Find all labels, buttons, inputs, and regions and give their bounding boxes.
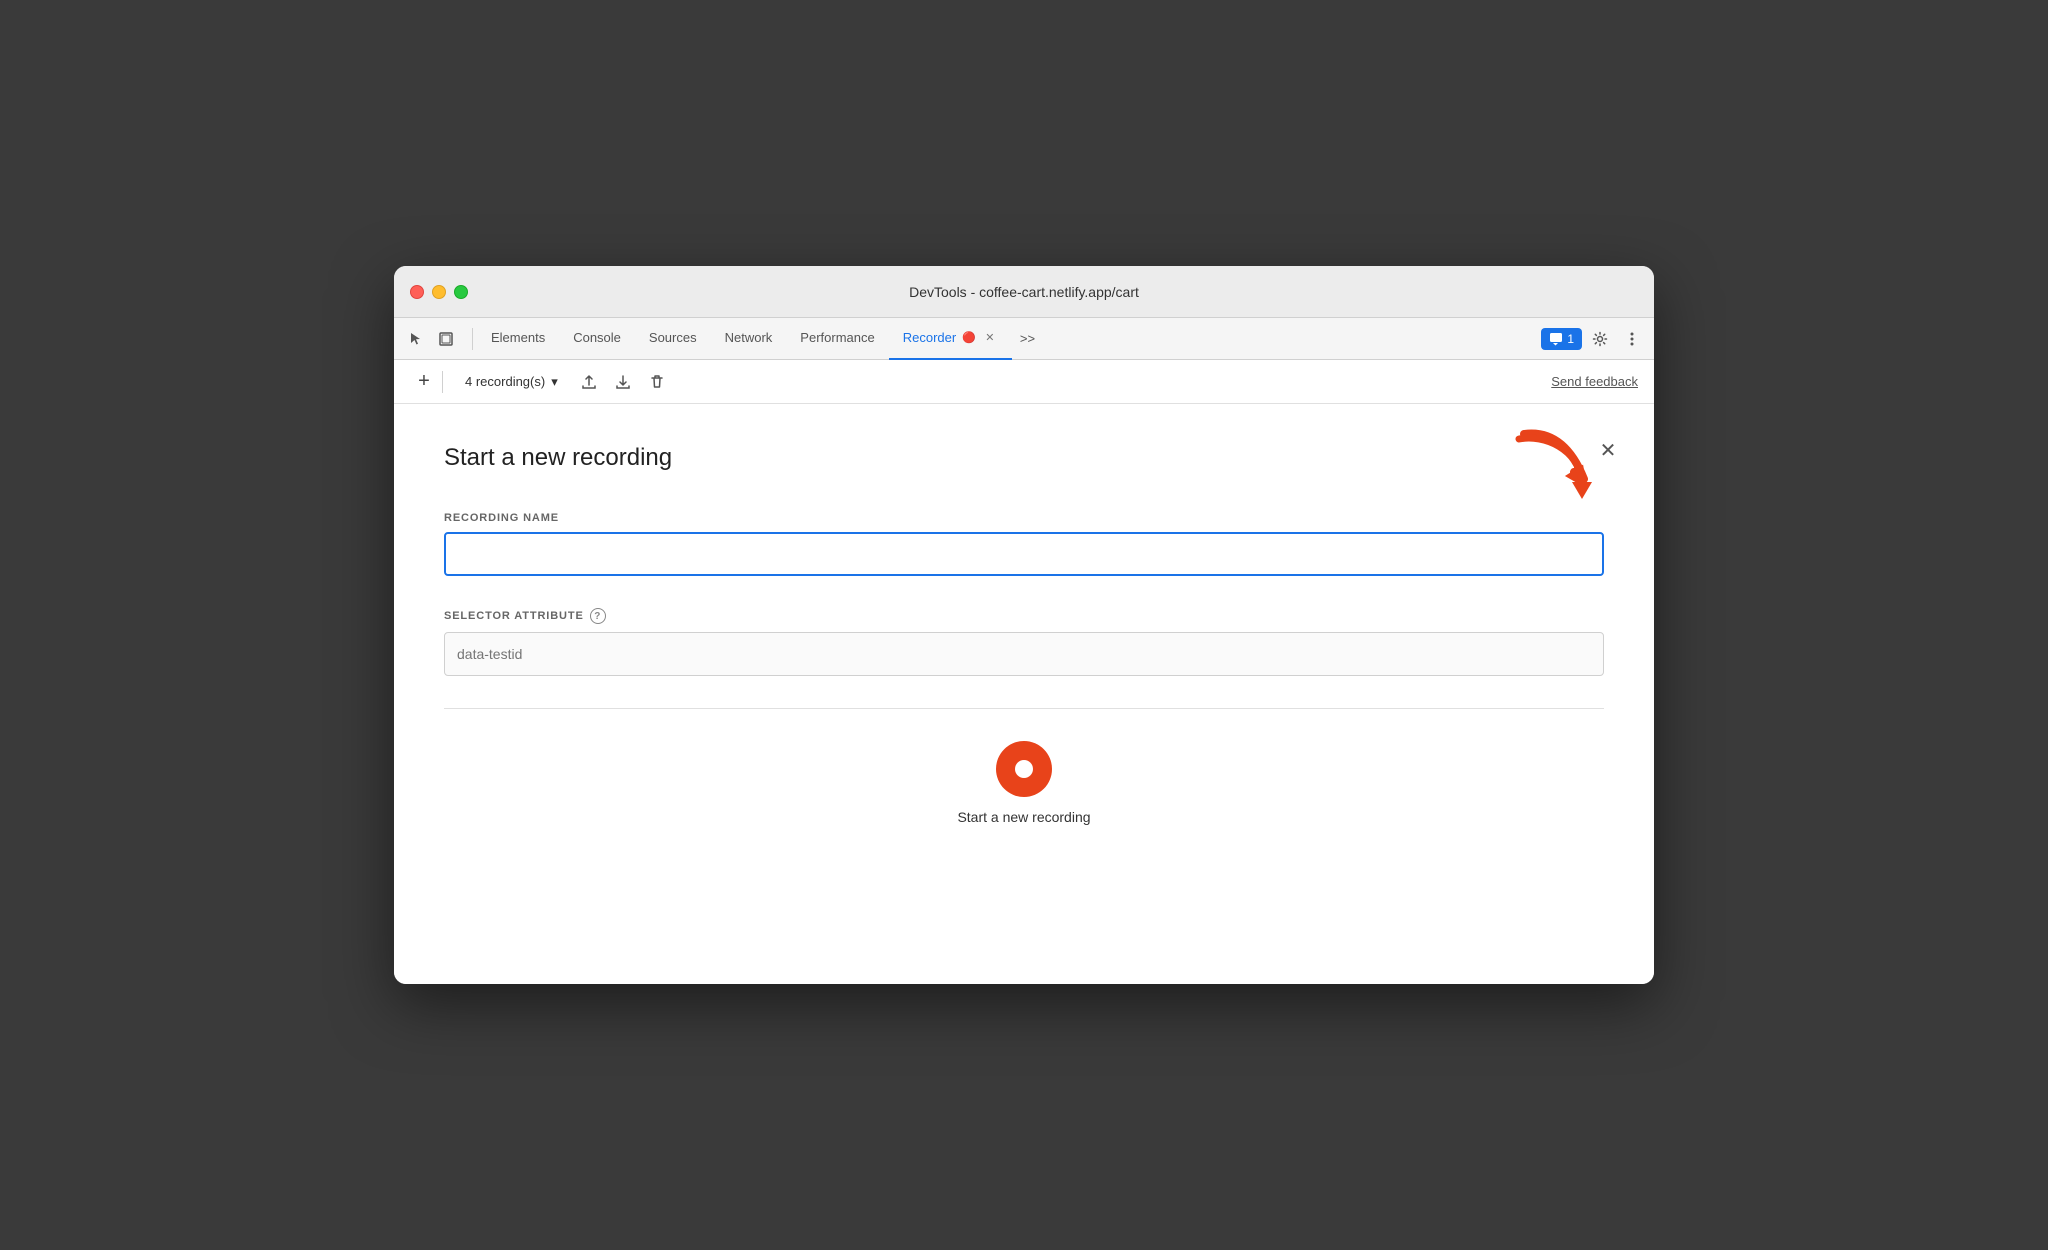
help-icon[interactable]: ?	[590, 608, 606, 624]
cursor-icon-button[interactable]	[402, 325, 430, 353]
toolbar-right: 1	[1541, 325, 1646, 353]
recordings-dropdown[interactable]: 4 recording(s) ▾	[455, 370, 568, 394]
close-button[interactable]	[410, 285, 424, 299]
main-content: ✕ Start a new recording RECORDING NAME S…	[394, 404, 1654, 984]
tab-console[interactable]: Console	[559, 318, 635, 360]
title-bar: DevTools - coffee-cart.netlify.app/cart	[394, 266, 1654, 318]
recorder-tab-close[interactable]: ✕	[982, 330, 998, 346]
tab-sources[interactable]: Sources	[635, 318, 711, 360]
recordings-action-icons	[576, 369, 670, 395]
comments-button[interactable]: 1	[1541, 328, 1582, 350]
tab-performance[interactable]: Performance	[786, 318, 888, 360]
recordings-divider	[442, 371, 443, 393]
toolbar-icons	[402, 325, 460, 353]
selector-attribute-label: SELECTOR ATTRIBUTE ?	[444, 608, 1604, 624]
add-recording-button[interactable]: +	[410, 368, 438, 396]
minimize-button[interactable]	[432, 285, 446, 299]
traffic-lights	[410, 285, 468, 299]
selector-attribute-input[interactable]	[444, 632, 1604, 676]
form-title: Start a new recording	[444, 444, 1604, 472]
devtools-window: DevTools - coffee-cart.netlify.app/cart …	[394, 266, 1654, 984]
tab-network[interactable]: Network	[711, 318, 787, 360]
more-options-button[interactable]	[1618, 325, 1646, 353]
more-tabs-button[interactable]: >>	[1012, 318, 1043, 360]
recording-name-input[interactable]	[444, 532, 1604, 576]
tab-elements[interactable]: Elements	[477, 318, 559, 360]
recorder-toolbar: + 4 recording(s) ▾	[394, 360, 1654, 404]
devtools-toolbar: Elements Console Sources Network Perform…	[394, 318, 1654, 360]
close-form-button[interactable]: ✕	[1594, 436, 1622, 464]
tabs-container: Elements Console Sources Network Perform…	[477, 318, 1541, 360]
delete-recording-button[interactable]	[644, 369, 670, 395]
tab-recorder[interactable]: Recorder 🔴 ✕	[889, 318, 1012, 360]
recording-name-field: RECORDING NAME	[444, 512, 1604, 608]
layers-icon-button[interactable]	[432, 325, 460, 353]
maximize-button[interactable]	[454, 285, 468, 299]
dropdown-chevron-icon: ▾	[551, 374, 558, 390]
send-feedback-link[interactable]: Send feedback	[1551, 374, 1638, 389]
recording-name-label: RECORDING NAME	[444, 512, 1604, 524]
record-button-inner	[1015, 760, 1033, 778]
recorder-active-icon: 🔴	[962, 331, 976, 344]
export-recording-button[interactable]	[576, 369, 602, 395]
import-recording-button[interactable]	[610, 369, 636, 395]
start-recording-section: Start a new recording	[444, 709, 1604, 825]
toolbar-divider	[472, 328, 473, 350]
window-title: DevTools - coffee-cart.netlify.app/cart	[909, 284, 1139, 300]
start-recording-label: Start a new recording	[957, 809, 1090, 825]
start-recording-button[interactable]	[996, 741, 1052, 797]
settings-button[interactable]	[1586, 325, 1614, 353]
selector-attribute-field: SELECTOR ATTRIBUTE ?	[444, 608, 1604, 676]
